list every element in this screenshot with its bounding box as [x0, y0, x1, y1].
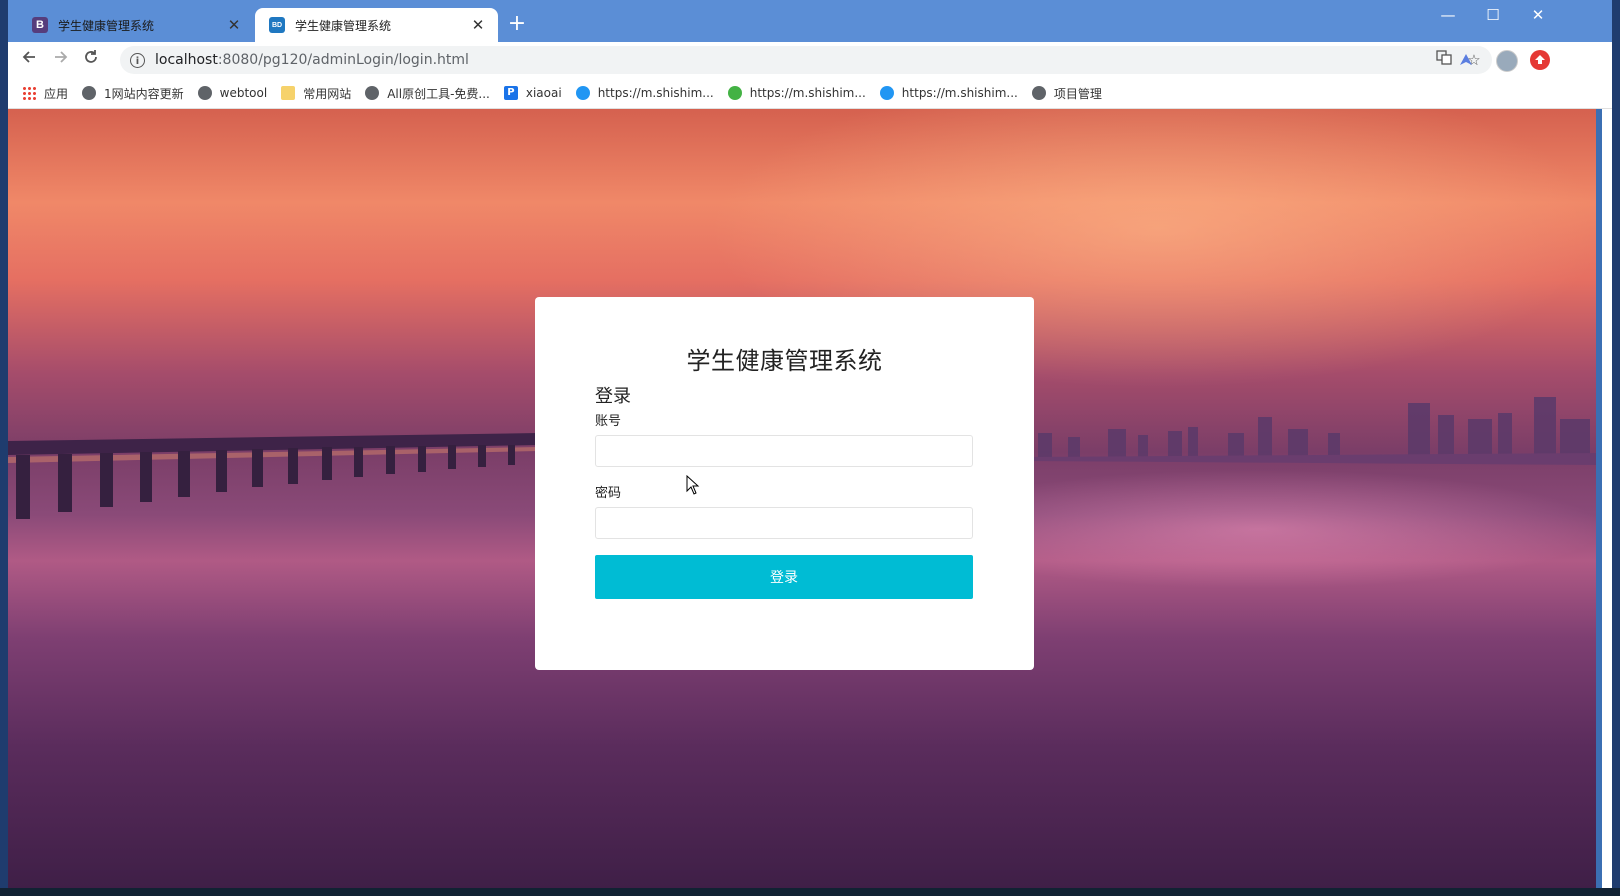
bookmark-item[interactable]: P xiaoai [503, 86, 562, 100]
bookmark-label: All原创工具-免费... [387, 86, 490, 101]
browser-window: B 学生健康管理系统 ✕ BD 学生健康管理系统 ✕ + — ☐ ✕ i loc… [8, 0, 1612, 888]
password-input[interactable] [595, 507, 973, 539]
tab-inactive[interactable]: B 学生健康管理系统 ✕ [18, 8, 254, 42]
back-arrow-icon[interactable] [18, 49, 40, 71]
maximize-window-button[interactable]: ☐ [1478, 6, 1508, 24]
bookmark-item[interactable]: https://m.shishim... [575, 86, 714, 100]
page-viewport: 学生健康管理系统 登录 账号 密码 登录 [8, 109, 1602, 888]
c-icon [879, 86, 894, 100]
bookmark-item[interactable]: webtool [197, 86, 268, 100]
os-taskbar [0, 888, 1620, 896]
bookmarks-bar: 应用 1网站内容更新 webtool 常用网站 All原创工具-免费... P … [8, 78, 1612, 109]
extension-icon[interactable] [1456, 50, 1476, 70]
login-button[interactable]: 登录 [595, 555, 973, 599]
bookmark-item[interactable]: 1网站内容更新 [82, 85, 184, 102]
wechat-icon [727, 86, 742, 100]
bookmark-label: 项目管理 [1053, 86, 1102, 101]
translate-icon[interactable] [1432, 48, 1456, 72]
login-heading: 登录 [595, 386, 631, 407]
tab-title: 学生健康管理系统 [58, 18, 155, 33]
url-text: localhost:8080/pg120/adminLogin/login.ht… [155, 52, 469, 68]
password-label: 密码 [595, 486, 622, 501]
tab-title: 学生健康管理系统 [295, 18, 392, 33]
bookmark-item[interactable]: 项目管理 [1031, 85, 1102, 102]
c-icon [575, 86, 590, 100]
bootstrap-favicon-icon: B [32, 17, 48, 33]
bookmark-item[interactable]: All原创工具-免费... [365, 85, 490, 102]
new-tab-button[interactable]: + [505, 12, 529, 36]
close-tab-icon[interactable]: ✕ [468, 16, 488, 34]
bookmark-item[interactable]: https://m.shishim... [727, 86, 866, 100]
mouse-cursor-icon [686, 475, 700, 495]
login-card: 学生健康管理系统 登录 账号 密码 登录 [535, 297, 1034, 670]
globe-icon [1031, 86, 1046, 100]
bookmark-label: xiaoai [525, 86, 562, 100]
forward-arrow-icon[interactable] [50, 49, 72, 71]
bookmark-item[interactable]: https://m.shishim... [879, 86, 1018, 100]
apps-icon [22, 86, 36, 100]
account-label: 账号 [595, 414, 622, 429]
bookmark-label: 应用 [44, 86, 69, 101]
bookmark-label: 1网站内容更新 [104, 86, 184, 101]
p-icon: P [503, 86, 518, 100]
close-tab-icon[interactable]: ✕ [224, 16, 244, 34]
folder-icon [281, 86, 296, 100]
site-info-icon[interactable]: i [130, 52, 145, 68]
reload-icon[interactable] [80, 49, 102, 71]
update-icon[interactable] [1530, 50, 1550, 70]
profile-avatar[interactable] [1496, 50, 1518, 72]
globe-icon [82, 86, 97, 100]
browser-toolbar: i localhost:8080/pg120/adminLogin/login.… [8, 42, 1612, 78]
bookmark-label: https://m.shishim... [749, 86, 866, 100]
bookmark-label: 常用网站 [303, 86, 352, 101]
bookmark-label: https://m.shishim... [901, 86, 1018, 100]
login-form: 登录 账号 密码 登录 [595, 385, 973, 599]
bookmark-label: webtool [219, 86, 268, 100]
bookmark-item[interactable]: 应用 [22, 85, 68, 102]
bd-favicon-icon: BD [269, 17, 285, 33]
close-window-button[interactable]: ✕ [1523, 6, 1553, 24]
globe-icon [365, 86, 380, 100]
page-title: 学生健康管理系统 [686, 347, 883, 375]
address-bar[interactable]: i localhost:8080/pg120/adminLogin/login.… [120, 46, 1492, 74]
scrollbar[interactable] [1596, 109, 1602, 888]
bookmark-label: https://m.shishim... [597, 86, 714, 100]
bookmark-item[interactable]: 常用网站 [281, 85, 351, 102]
globe-icon [197, 86, 212, 100]
account-input[interactable] [595, 435, 973, 467]
tab-active[interactable]: BD 学生健康管理系统 ✕ [255, 8, 498, 42]
browser-titlebar: B 学生健康管理系统 ✕ BD 学生健康管理系统 ✕ + — ☐ ✕ [8, 0, 1612, 42]
minimize-window-button[interactable]: — [1433, 6, 1463, 24]
